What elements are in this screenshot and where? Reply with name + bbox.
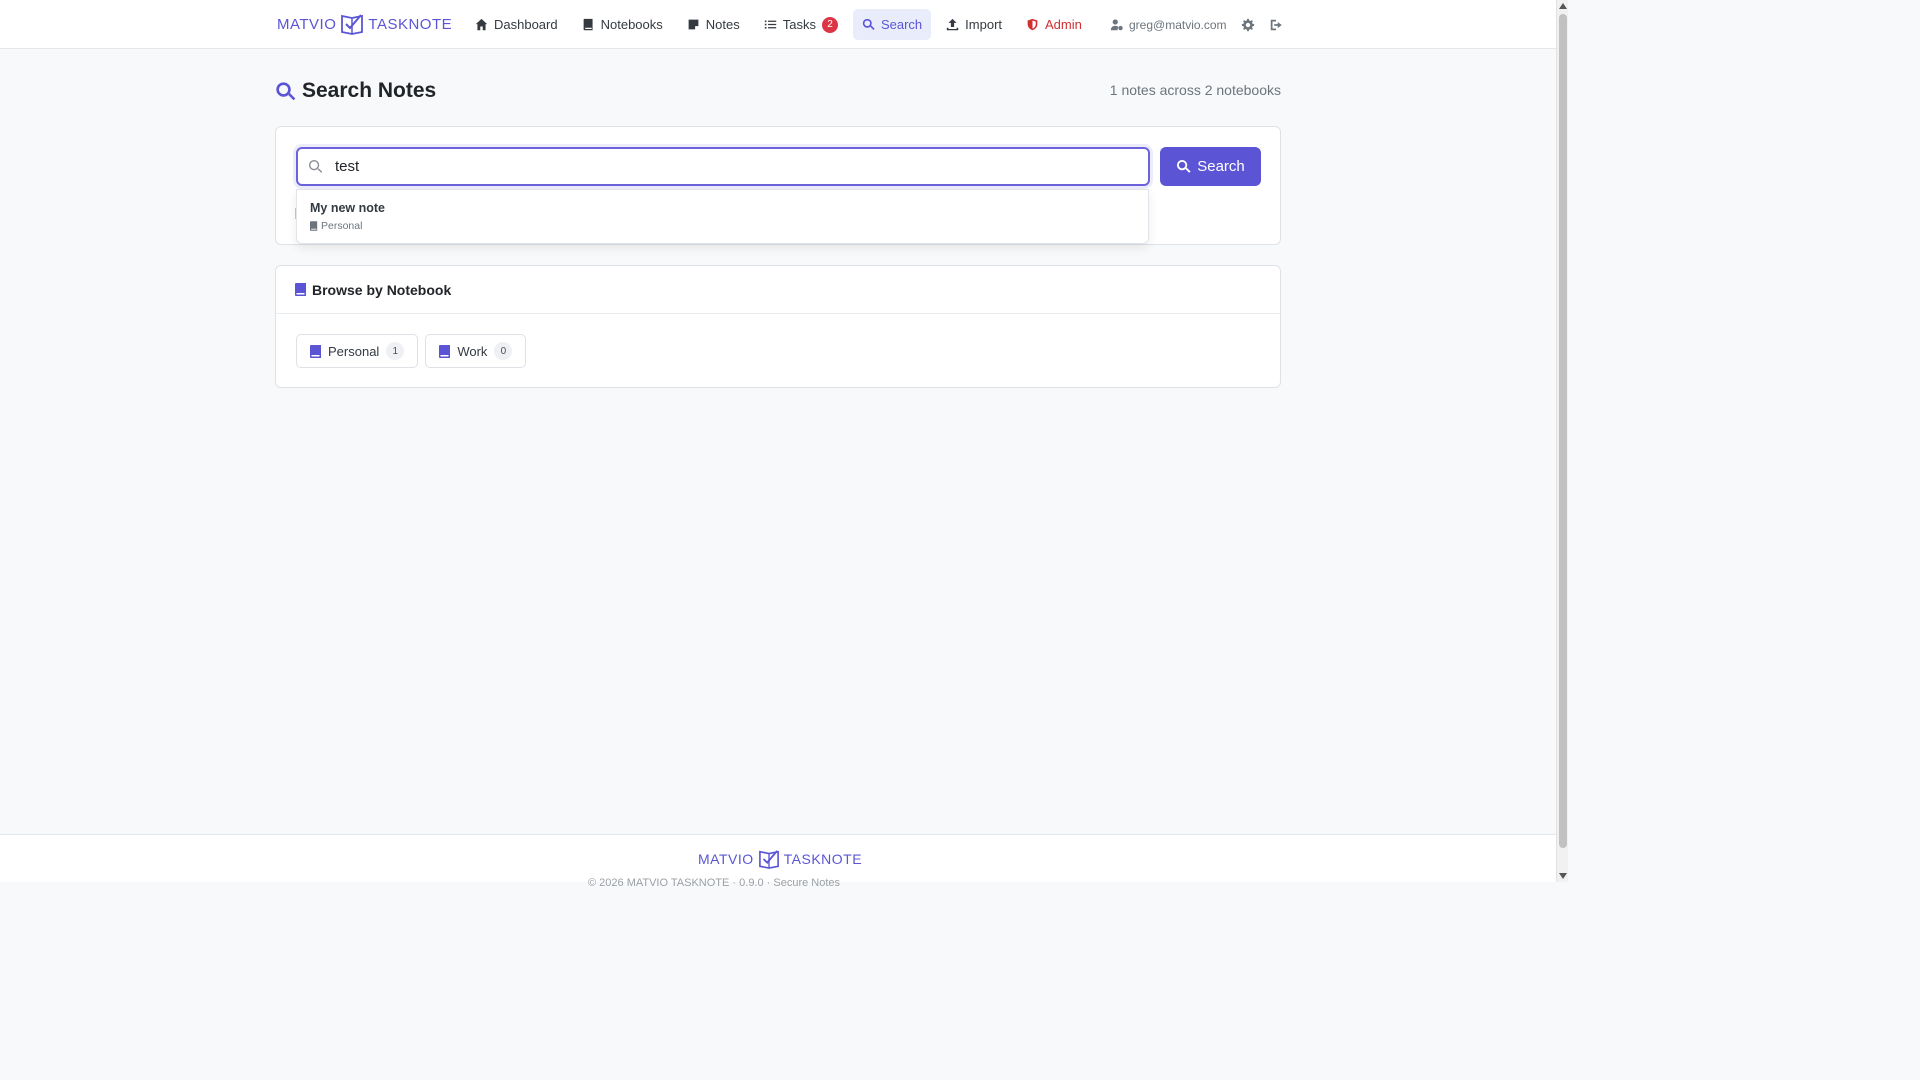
nav-notes[interactable]: Notes — [678, 9, 749, 40]
list-check-icon — [764, 20, 776, 29]
search-suggestion-item[interactable]: My new note Personal — [310, 201, 385, 232]
book-check-icon — [341, 14, 364, 35]
nav-search-label: Search — [880, 17, 923, 32]
suggestion-notebook-name: Personal — [321, 220, 363, 232]
tasks-count-badge: 2 — [821, 16, 838, 33]
notebook-note-count: 0 — [494, 342, 513, 360]
page-scrollbar[interactable] — [1556, 0, 1568, 882]
search-box[interactable] — [296, 147, 1150, 186]
scroll-down-arrow[interactable] — [1559, 873, 1567, 879]
shield-icon — [1027, 18, 1038, 31]
search-icon — [1177, 159, 1191, 173]
footer-copyright: © 2026 MATVIO TASKNOTE · 0.9.0 · Secure … — [588, 877, 841, 889]
book-icon — [583, 18, 593, 31]
notebook-name: Personal — [328, 343, 380, 359]
scrollbar-thumb[interactable] — [1559, 14, 1567, 848]
nav-dashboard-label: Dashboard — [494, 17, 558, 32]
notebook-name: Work — [457, 343, 488, 359]
user-profile-link[interactable]: greg@matvio.com — [1110, 18, 1227, 32]
browse-by-notebook-card: Browse by Notebook Personal 1 Work 0 — [275, 265, 1281, 388]
suggestion-notebook: Personal — [310, 220, 385, 232]
sticky-note-icon — [688, 19, 699, 30]
nav-search[interactable]: Search — [852, 9, 932, 40]
book-icon — [295, 283, 306, 296]
notebook-list: Personal 1 Work 0 — [296, 334, 527, 368]
user-gear-icon — [1110, 18, 1123, 30]
notebook-pill-personal[interactable]: Personal 1 — [296, 334, 419, 368]
nav-tasks[interactable]: Tasks 2 — [755, 9, 847, 40]
nav-admin-label: Admin — [1045, 17, 1082, 32]
nav-tasks-label: Tasks — [782, 17, 816, 32]
nav-dashboard[interactable]: Dashboard — [466, 9, 567, 40]
notes-summary: 1 notes across 2 notebooks — [1109, 82, 1281, 98]
search-input[interactable] — [335, 158, 1115, 175]
brand-logo[interactable]: MATVIO TASKNOTE — [277, 12, 452, 36]
search-icon — [308, 159, 323, 173]
nav-import-label: Import — [965, 17, 1003, 32]
nav-notebooks[interactable]: Notebooks — [573, 9, 672, 40]
logout-icon[interactable] — [1269, 18, 1283, 32]
page-title-text: Search Notes — [302, 79, 437, 102]
top-navbar: MATVIO TASKNOTE Dashboard Notebooks Note… — [0, 0, 1556, 49]
book-icon — [310, 221, 318, 231]
search-button[interactable]: Search — [1160, 147, 1261, 186]
brand-text-left: MATVIO — [277, 15, 337, 33]
book-check-icon — [758, 850, 779, 869]
browse-card-title: Browse by Notebook — [312, 281, 452, 298]
search-icon — [862, 18, 875, 30]
suggestion-title: My new note — [310, 201, 386, 215]
book-icon — [439, 344, 451, 358]
footer-logo: MATVIO TASKNOTE — [698, 849, 862, 869]
user-menu: greg@matvio.com — [1110, 9, 1283, 40]
page-title: Search Notes — [275, 78, 436, 104]
nav-admin[interactable]: Admin — [1017, 9, 1091, 40]
nav-import[interactable]: Import — [937, 9, 1011, 40]
notebook-pill-work[interactable]: Work 0 — [425, 334, 527, 368]
user-email: greg@matvio.com — [1129, 17, 1227, 32]
brand-text-right: TASKNOTE — [368, 15, 453, 33]
upload-icon — [946, 18, 959, 31]
main-nav: Dashboard Notebooks Notes Tasks 2 Search… — [466, 9, 1091, 40]
gear-icon[interactable] — [1241, 18, 1255, 32]
search-button-label: Search — [1197, 158, 1245, 175]
browse-card-header: Browse by Notebook — [276, 266, 1280, 314]
footer: MATVIO TASKNOTE © 2026 MATVIO TASKNOTE ·… — [0, 834, 1556, 889]
nav-notes-label: Notes — [705, 17, 740, 32]
notebook-note-count: 1 — [386, 342, 405, 360]
search-icon — [276, 81, 296, 100]
footer-brand-right: TASKNOTE — [783, 851, 863, 867]
scroll-up-arrow[interactable] — [1559, 3, 1567, 9]
search-suggestions-dropdown: My new note Personal — [296, 189, 1149, 244]
home-icon — [475, 18, 488, 31]
nav-notebooks-label: Notebooks — [600, 17, 663, 32]
book-icon — [310, 344, 321, 358]
footer-brand-left: MATVIO — [698, 851, 754, 867]
